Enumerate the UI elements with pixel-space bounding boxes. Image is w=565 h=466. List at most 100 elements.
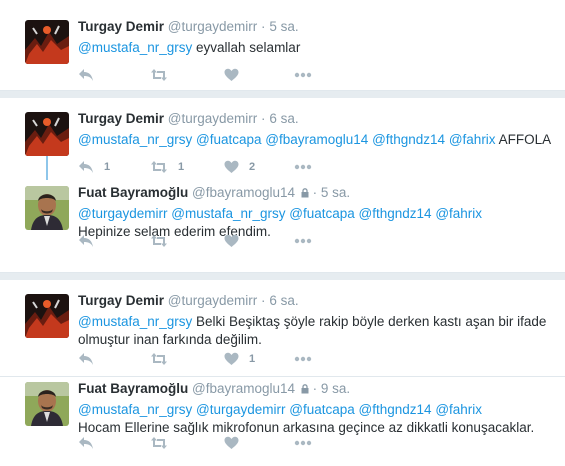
mention-link[interactable]: @mustafa_nr_grsy [78, 132, 192, 147]
author-handle[interactable]: @turgaydemirr [168, 111, 257, 126]
avatar-turgay[interactable] [25, 294, 69, 338]
like-button[interactable] [224, 434, 239, 452]
mention-link[interactable]: @turgaydemirr [196, 402, 285, 417]
timestamp[interactable]: 6 sa. [269, 111, 298, 126]
reply-icon [79, 235, 93, 247]
author-handle[interactable]: @turgaydemirr [168, 19, 257, 34]
mention-link[interactable]: @mustafa_nr_grsy [78, 314, 192, 329]
mention-link[interactable]: @fahrix [435, 402, 482, 417]
more-button[interactable] [294, 350, 312, 368]
reply-icon [79, 437, 93, 449]
author-name[interactable]: Fuat Bayramoğlu [78, 381, 188, 396]
heart-icon [224, 68, 239, 81]
author-handle[interactable]: @fbayramoglu14 [192, 185, 295, 200]
mention-link[interactable]: @fthgndz14 [359, 402, 432, 417]
like-button[interactable] [224, 232, 239, 250]
reply-button[interactable] [78, 350, 94, 368]
mention-link[interactable]: @fuatcapa [289, 206, 355, 221]
reply-button[interactable]: 1 [78, 158, 110, 176]
retweet-button[interactable]: 1 [150, 158, 184, 176]
timestamp[interactable]: 5 sa. [321, 185, 350, 200]
retweet-icon [151, 235, 167, 247]
retweet-button[interactable] [150, 232, 168, 250]
tweet-text: @mustafa_nr_grsy Belki Beşiktaş şöyle ra… [78, 313, 555, 349]
retweet-button[interactable] [150, 434, 168, 452]
tweet-text: @mustafa_nr_grsy eyvallah selamlar [78, 39, 555, 57]
mention-link[interactable]: @fbayramoglu14 [265, 132, 368, 147]
mention-link[interactable]: @mustafa_nr_grsy [171, 206, 285, 221]
tweet-body: Turgay Demir @turgaydemirr · 6 sa. @must… [78, 292, 555, 349]
mention-link[interactable]: @fthgndz14 [359, 206, 432, 221]
tweet-body: Turgay Demir @turgaydemirr · 5 sa. @must… [78, 18, 555, 57]
conversation-group: Turgay Demir @turgaydemirr · 6 sa. @must… [0, 98, 565, 272]
mention-link[interactable]: @fahrix [449, 132, 496, 147]
like-button[interactable] [224, 66, 239, 84]
author-name[interactable]: Turgay Demir [78, 293, 164, 308]
heart-icon [224, 352, 239, 365]
tweet-header: Turgay Demir @turgaydemirr · 6 sa. [78, 110, 555, 128]
retweet-button[interactable] [150, 66, 168, 84]
avatar-turgay[interactable] [25, 20, 69, 64]
more-icon [294, 356, 312, 362]
reply-button[interactable] [78, 66, 94, 84]
like-count: 1 [249, 353, 256, 365]
reply-button[interactable] [78, 232, 94, 250]
lock-icon [301, 384, 309, 394]
tweet[interactable]: Fuat Bayramoğlu @fbayramoglu14 · 9 sa. @… [0, 374, 565, 460]
author-name[interactable]: Turgay Demir [78, 111, 164, 126]
tweet[interactable]: Turgay Demir @turgaydemirr · 6 sa. @must… [0, 104, 565, 184]
timestamp[interactable]: 5 sa. [269, 19, 298, 34]
more-button[interactable] [294, 434, 312, 452]
reply-icon [79, 353, 93, 365]
tweet-actions: 1 [78, 350, 318, 368]
tweet[interactable]: Turgay Demir @turgaydemirr · 5 sa. @must… [0, 12, 565, 92]
tweet[interactable]: Fuat Bayramoğlu @fbayramoglu14 · 5 sa. @… [0, 178, 565, 258]
conversation-group: Turgay Demir @turgaydemirr · 6 sa. @must… [0, 280, 565, 466]
author-name[interactable]: Fuat Bayramoğlu [78, 185, 188, 200]
avatar-fuat[interactable] [25, 186, 69, 230]
more-icon [294, 440, 312, 446]
more-icon [294, 238, 312, 244]
tweet[interactable]: Turgay Demir @turgaydemirr · 6 sa. @must… [0, 286, 565, 376]
mention-link[interactable]: @fuatcapa [289, 402, 355, 417]
retweet-icon [151, 161, 167, 173]
mention-link[interactable]: @mustafa_nr_grsy [78, 40, 192, 55]
like-button[interactable]: 1 [224, 350, 255, 368]
tweet-header: Fuat Bayramoğlu @fbayramoglu14 · 5 sa. [78, 184, 555, 202]
more-button[interactable] [294, 66, 312, 84]
avatar-fuat[interactable] [25, 382, 69, 426]
author-name[interactable]: Turgay Demir [78, 19, 164, 34]
author-handle[interactable]: @fbayramoglu14 [192, 381, 295, 396]
tweet-header: Turgay Demir @turgaydemirr · 6 sa. [78, 292, 555, 310]
heart-icon [224, 234, 239, 247]
more-button[interactable] [294, 232, 312, 250]
tweet-text-content: eyvallah selamlar [196, 40, 301, 55]
separator-dot: · [261, 111, 266, 126]
mention-link[interactable]: @fthgndz14 [372, 132, 445, 147]
retweet-count: 1 [178, 161, 185, 173]
reply-count: 1 [104, 161, 111, 173]
more-button[interactable] [294, 158, 312, 176]
like-count: 2 [249, 161, 256, 173]
tweet-actions: 1 1 2 [78, 158, 318, 176]
like-button[interactable]: 2 [224, 158, 255, 176]
timestamp[interactable]: 6 sa. [269, 293, 298, 308]
reply-button[interactable] [78, 434, 94, 452]
mention-link[interactable]: @turgaydemirr [78, 206, 167, 221]
more-icon [294, 164, 312, 170]
timeline: Turgay Demir @turgaydemirr · 5 sa. @must… [0, 0, 565, 466]
heart-icon [224, 436, 239, 449]
separator-dot: · [261, 19, 266, 34]
tweet-actions [78, 232, 318, 250]
mention-link[interactable]: @fahrix [435, 206, 482, 221]
author-handle[interactable]: @turgaydemirr [168, 293, 257, 308]
tweet-body: Fuat Bayramoğlu @fbayramoglu14 · 9 sa. @… [78, 380, 555, 437]
more-icon [294, 72, 312, 78]
timestamp[interactable]: 9 sa. [321, 381, 350, 396]
mention-link[interactable]: @mustafa_nr_grsy [78, 402, 192, 417]
divider [0, 90, 565, 91]
avatar-turgay[interactable] [25, 112, 69, 156]
retweet-button[interactable] [150, 350, 168, 368]
reply-icon [79, 161, 93, 173]
mention-link[interactable]: @fuatcapa [196, 132, 262, 147]
